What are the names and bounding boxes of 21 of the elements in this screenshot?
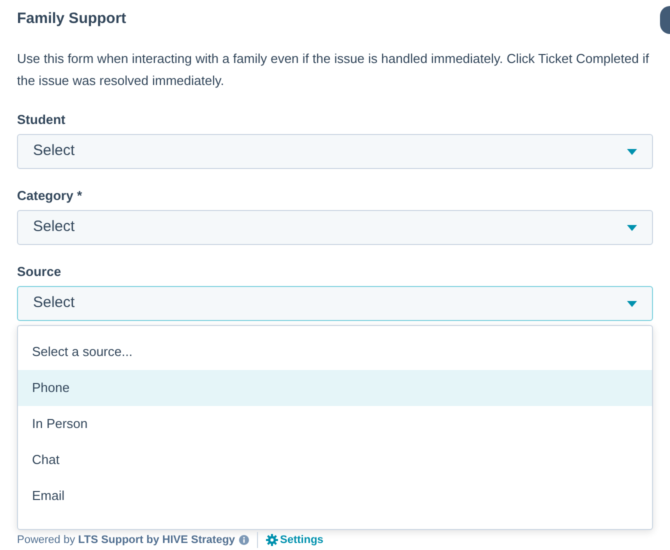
info-icon[interactable] — [239, 535, 250, 545]
powered-by-text: Powered by LTS Support by HIVE Strategy — [17, 533, 236, 547]
dropdown-option[interactable]: Email — [18, 478, 652, 514]
dropdown-option[interactable]: Select a source... — [18, 334, 652, 370]
caret-icon — [627, 224, 637, 230]
avatar-icon[interactable] — [660, 6, 670, 34]
form-title: Family Support — [17, 9, 128, 29]
caret-icon — [627, 300, 637, 306]
dropdown-option[interactable]: Phone — [18, 370, 652, 406]
caret-icon — [627, 148, 637, 154]
settings-icon — [266, 534, 278, 546]
form-description: Use this form when interacting with a family even if the issue is handled immediately. Click Ticket Completed if the issue was resolved immediately. — [17, 50, 650, 90]
field-label: Student — [17, 112, 66, 128]
settings-link[interactable]: Settings — [266, 533, 324, 547]
field-label: Category * — [17, 188, 84, 204]
field-label: Source — [17, 264, 62, 280]
select-field[interactable]: Select — [17, 134, 653, 169]
dropdown-option[interactable]: Chat — [18, 442, 652, 478]
dropdown-option[interactable]: In Person — [18, 406, 652, 442]
select-field[interactable]: Select — [17, 286, 653, 321]
select-field[interactable]: Select — [17, 210, 653, 245]
